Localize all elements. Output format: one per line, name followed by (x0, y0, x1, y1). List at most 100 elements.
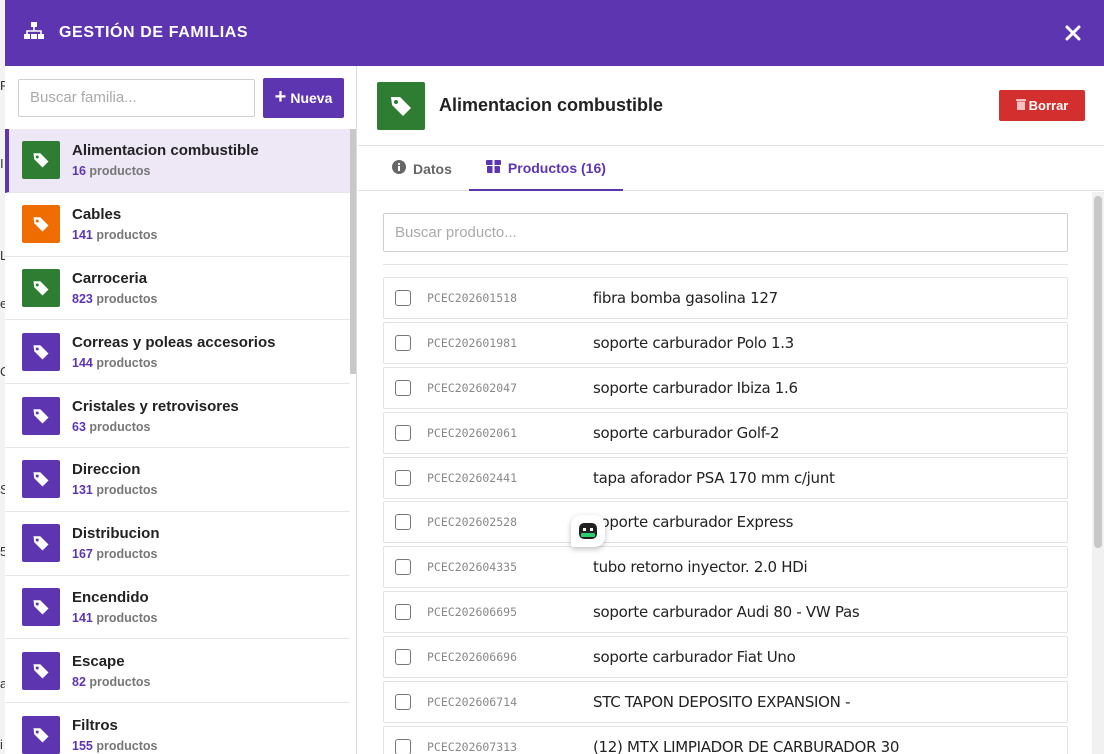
sidebar-item-family[interactable]: Carroceria 823 productos (5, 257, 350, 321)
sidebar-item-family[interactable]: Encendido 141 productos (5, 576, 350, 640)
product-row[interactable]: PCEC202602047 soporte carburador Ibiza 1.… (383, 366, 1068, 409)
bg-char: I (0, 156, 4, 171)
products-scrollbar[interactable] (1092, 192, 1104, 754)
family-name: Correas y poleas accesorios (72, 333, 276, 351)
tab-productos[interactable]: Productos (16) (468, 146, 623, 191)
product-row[interactable]: PCEC202607313 (12) MTX LIMPIADOR DE CARBU… (383, 725, 1068, 754)
sidebar-item-family[interactable]: Correas y poleas accesorios 144 productos (5, 320, 350, 385)
product-row[interactable]: PCEC202606696 soporte carburador Fiat Uno (383, 636, 1068, 679)
tag-icon (22, 524, 60, 563)
product-row[interactable]: PCEC202606695 soporte carburador Audi 80 … (383, 591, 1068, 634)
delete-button[interactable]: Borrar (999, 90, 1085, 121)
tag-icon (377, 81, 425, 130)
sidebar-item-family[interactable]: Cristales y retrovisores 63 productos (5, 384, 350, 448)
product-name: soporte carburador Ibiza 1.6 (593, 378, 798, 397)
family-search-input[interactable] (18, 78, 255, 117)
family-count: 82 productos (72, 674, 151, 689)
product-row[interactable]: PCEC202602061 soporte carburador Golf-2 (383, 411, 1068, 454)
product-checkbox[interactable] (395, 559, 411, 576)
tag-icon (22, 396, 60, 435)
tab-datos-label: Datos (413, 160, 452, 177)
products-panel: PCEC202601518fibra bomba gasolina 127PCE… (358, 192, 1092, 754)
family-name: Cables (72, 206, 122, 224)
product-code: PCEC202602441 (427, 470, 518, 485)
product-row[interactable]: PCEC202601981 soporte carburador Polo 1.3 (383, 321, 1068, 364)
family-text: Escape 82 productos (72, 653, 151, 689)
product-code: PCEC202602047 (427, 380, 518, 395)
modal-title: GESTIÓN DE FAMILIAS (59, 24, 249, 41)
product-code: PCEC202601981 (427, 335, 518, 350)
scrollbar-thumb[interactable] (1094, 196, 1102, 548)
family-text: Alimentacion combustible 16 productos (72, 142, 259, 178)
product-checkbox[interactable] (395, 379, 411, 396)
product-code: PCEC202606695 (427, 605, 518, 620)
sidebar-item-family[interactable]: Distribucion 167 productos (5, 512, 350, 576)
sidebar-toolbar: +Nueva (5, 66, 356, 129)
tag-icon (22, 332, 60, 371)
family-text: Carroceria 823 productos (72, 270, 157, 306)
info-icon (392, 160, 406, 177)
sidebar-item-family[interactable]: Direccion 131 productos (5, 448, 350, 512)
family-name: Direccion (72, 461, 141, 479)
family-name: Distribucion (72, 525, 160, 543)
family-count: 155 productos (72, 738, 158, 753)
product-code: PCEC202607313 (427, 739, 518, 754)
product-checkbox[interactable] (395, 604, 411, 621)
product-checkbox[interactable] (395, 649, 411, 666)
tag-icon (22, 205, 60, 244)
new-family-button[interactable]: + Nueva (263, 77, 344, 118)
family-count: 131 productos (72, 483, 158, 498)
family-count: 167 productos (72, 547, 158, 562)
family-detail: Alimentacion combustible Borrar Datos Pr… (358, 66, 1104, 754)
product-name: soporte carburador Audi 80 - VW Pas (593, 603, 860, 622)
product-row[interactable]: PCEC202602441 tapa aforador PSA 170 mm c/… (383, 456, 1068, 499)
family-text: Cristales y retrovisores 63 productos (72, 398, 239, 434)
tab-productos-label: Productos (16) (507, 159, 606, 176)
product-row[interactable]: PCEC202601518 fibra bomba gasolina 127 (383, 277, 1068, 319)
tag-icon (22, 460, 60, 499)
box-icon (485, 159, 501, 176)
product-name: STC TAPON DEPOSITO EXPANSION - (593, 693, 851, 712)
sidebar-item-family[interactable]: Escape 82 productos (5, 639, 350, 704)
tab-datos[interactable]: Datos (375, 146, 469, 191)
product-row[interactable]: PCEC202602528 soporte carburador Express (383, 501, 1068, 544)
family-count: 144 productos (72, 355, 158, 370)
family-text: Filtros 155 productos (72, 717, 157, 753)
product-row[interactable]: PCEC202604335 tubo retorno inyector. 2.0 … (383, 546, 1068, 589)
family-name: Carroceria (72, 269, 148, 287)
family-text: Distribucion 167 productos (72, 525, 160, 561)
product-checkbox[interactable] (395, 738, 411, 754)
product-checkbox[interactable] (395, 334, 411, 351)
divider (383, 264, 1068, 265)
family-name: Alimentacion combustible (72, 142, 259, 160)
family-text: Encendido 141 productos (72, 589, 157, 625)
sidebar-item-family[interactable]: Filtros 155 productos (5, 703, 350, 754)
sidebar-item-family[interactable]: Alimentacion combustible 16 productos (5, 129, 350, 193)
product-search-input[interactable] (383, 213, 1068, 252)
sidebar-item-family[interactable]: Cables 141 productos (5, 193, 350, 257)
product-row[interactable]: PCEC202606714 STC TAPON DEPOSITO EXPANSIO… (383, 681, 1068, 724)
product-checkbox[interactable] (395, 514, 411, 531)
product-name: soporte carburador Express (593, 513, 794, 532)
tag-icon (22, 651, 60, 690)
close-icon[interactable] (1060, 20, 1086, 46)
tag-icon (22, 268, 60, 307)
product-code: PCEC202606714 (427, 695, 518, 710)
product-name: soporte carburador Fiat Uno (593, 648, 796, 667)
product-checkbox[interactable] (395, 694, 411, 711)
sitemap-icon (23, 21, 45, 46)
plus-icon: + (274, 85, 287, 108)
robot-chat-icon[interactable] (571, 515, 605, 547)
product-checkbox[interactable] (395, 469, 411, 486)
family-count: 141 productos (72, 228, 158, 243)
product-checkbox[interactable] (395, 290, 411, 306)
sidebar-scrollbar[interactable] (350, 129, 356, 374)
family-text: Cables 141 productos (72, 206, 157, 242)
family-name: Encendido (72, 588, 149, 606)
families-modal: GESTIÓN DE FAMILIAS +Nueva Alimentacion … (5, 0, 1104, 754)
product-name: tubo retorno inyector. 2.0 HDi (593, 558, 808, 577)
new-family-label: Nueva (290, 89, 333, 106)
family-name: Filtros (72, 716, 118, 734)
family-name: Escape (72, 652, 125, 670)
product-checkbox[interactable] (395, 424, 411, 441)
